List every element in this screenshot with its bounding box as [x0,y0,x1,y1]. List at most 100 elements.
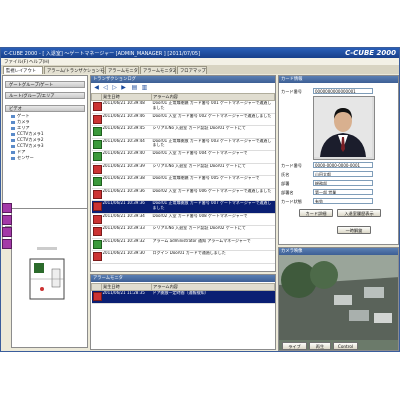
alarm-icon [92,292,102,301]
log-time: 2011/06/21 10:39:32 [101,238,152,251]
tab-alarm-monitor-2[interactable]: アラームモニタ2 [140,66,176,74]
next-icon[interactable]: ▷ [111,85,118,91]
log-row[interactable]: 2011/06/21 10:39:32 アラーム administrator 通知… [91,238,275,251]
alarm-icon [92,189,102,199]
device-icon [11,114,15,118]
person-photo [314,97,372,157]
field-value[interactable]: 0000-0000-0000-0001 [313,162,373,168]
column-header[interactable]: 発生日時 [101,283,152,291]
normal-icon [92,177,102,186]
control-button[interactable]: Control [333,342,358,350]
group-route[interactable]: ルート/グループ/エリア [5,92,85,99]
device-icon [11,120,15,124]
field-value[interactable]: 有効 [313,198,373,204]
print-icon[interactable]: ▤ [131,85,138,91]
panel-header: カード情報 [279,76,398,83]
live-button[interactable]: ライブ [282,342,307,350]
log-row[interactable]: 2011/06/21 10:39:39 シリアルNo 入退室 カード認証 Door… [91,163,275,176]
log-row[interactable]: 2011/06/21 10:39:34 Door02 入室 カード番号 008 ゲ… [91,213,275,226]
field-value[interactable]: 山田太郎 [313,171,373,177]
column-header[interactable] [91,93,102,101]
alarm-time: 2011/06/21 11:28:35 [101,290,152,304]
tree-item-label: センサー [17,155,34,160]
map-tool-button[interactable] [2,239,12,249]
history-button[interactable]: 入退室履歴表示 [337,209,381,217]
log-text: Door02 入室 カード番号 006 ゲートマネージャーで通過しました [151,188,275,201]
log-time: 2011/06/21 10:39:30 [101,250,152,264]
field-value[interactable]: 総務部 [313,180,373,186]
log-time: 2011/06/21 10:39:45 [101,125,152,139]
tab-alarm-transaction[interactable]: アラーム/トランザクションモニタ [44,66,113,74]
log-text: シリアルNo 入退室 カード認証 Door01 ゲートにて [151,125,275,139]
column-header[interactable]: 発生日時 [101,93,152,101]
log-row[interactable]: 2011/06/21 10:39:30 ログイン Door01 カードで通過しまし… [91,250,275,264]
log-row[interactable]: 2011/06/21 10:39:44 Door01 正常扉開放 カード番号 00… [91,138,275,151]
temporary-unlock-button[interactable]: 一時解錠 [337,226,371,234]
floor-map-panel [11,208,88,348]
log-row[interactable]: 2011/06/21 10:39:45 シリアルNo 入退室 カード認証 Door… [91,125,275,139]
column-header[interactable]: アラーム内容 [151,93,275,101]
sensor-icon [11,156,15,160]
normal-icon [92,127,102,136]
log-time: 2011/06/21 10:39:36 [101,188,152,201]
log-row[interactable]: 2011/06/21 10:39:40 Door01 入室 カード番号 004 ゲ… [91,150,275,164]
card-detail-button[interactable]: カード詳細 [299,209,333,217]
map-tool-button[interactable] [2,227,12,237]
camera-icon [11,144,15,148]
log-text: Door01 正常扉閉鎖 カード番号 005 ゲートマネージャーで [151,175,275,189]
export-icon[interactable]: ▥ [141,85,148,91]
log-text: Door01 入室 カード番号 004 ゲートマネージャーで [151,150,275,164]
camera-panel: カメラ映像 ライブ 再生 Control [278,247,399,351]
log-row[interactable]: 2011/06/21 10:39:36 Door02 入室 カード番号 006 ゲ… [91,188,275,201]
log-time: 2011/06/21 10:39:38 [101,175,152,189]
first-icon[interactable]: ◀ [93,85,100,91]
map-tool-button[interactable] [2,203,12,213]
alarm-row[interactable]: 2011/06/21 11:28:35 ドア開放一定時間（通報検知） [91,290,275,304]
tab-alarm-monitor[interactable]: アラームモニタ [105,66,139,74]
tab-strip: 監視レイアウト アラーム/トランザクションモニタ アラームモニタ アラームモニタ… [1,65,399,74]
log-time: 2011/06/21 10:39:34 [101,213,152,226]
tree-item-label: ゲート [17,113,30,118]
log-text: ログイン Door01 カードで通過しました [151,250,275,264]
alarm-icon [92,114,102,124]
playback-button[interactable]: 再生 [309,342,331,350]
log-time: 2011/06/21 10:39:33 [101,225,152,239]
log-row[interactable]: 2011/06/21 10:39:36 Door01 正常扉開放 カード番号 00… [91,200,275,214]
tab-floor-map[interactable]: フロアマップ [177,66,207,74]
log-row[interactable]: 2011/06/21 10:39:38 Door01 正常扉閉鎖 カード番号 00… [91,175,275,189]
map-tool-button[interactable] [2,215,12,225]
last-icon[interactable]: ▶ [120,85,127,91]
log-text: Door01 入室 カード番号 002 ゲートマネージャーで通過しました [151,113,275,126]
group-video[interactable]: ビデオ [5,105,85,112]
field-label: 氏名 [281,172,290,177]
field-value[interactable]: 第一部 営業 [313,189,373,195]
prev-icon[interactable]: ◁ [102,85,109,91]
log-row[interactable]: 2011/06/21 10:39:46 Door01 入室 カード番号 002 ゲ… [91,113,275,126]
alarm-icon [92,227,102,236]
camera-feed[interactable] [279,255,399,340]
group-gate[interactable]: ゲートグループ/ゲート [5,81,85,88]
tree-item-sensor[interactable]: センサー [11,155,34,161]
log-time: 2011/06/21 10:39:48 [101,100,152,114]
normal-icon [92,239,102,249]
tab-monitor-layout[interactable]: 監視レイアウト [3,66,43,74]
normal-icon [92,139,102,149]
column-header[interactable]: アラーム内容 [151,283,275,291]
log-text: Door01 正常扉開放 カード番号 007 ゲートマネージャーで通過しました [151,200,275,214]
log-text: Door02 入室 カード番号 008 ゲートマネージャーで [151,213,275,226]
door-icon [11,150,15,154]
log-row[interactable]: 2011/06/21 10:39:48 Door01 正常扉閉鎖 カード番号 00… [91,100,275,114]
log-row[interactable]: 2011/06/21 10:39:33 シリアルNo 入退室 カード認証 Door… [91,225,275,239]
normal-icon [92,152,102,161]
field-label: 部署 [281,181,290,186]
tree-item-label: CCTVカメラ1 [17,131,44,136]
column-header[interactable] [91,283,102,291]
log-text: アラーム administrator 通知 アラームマネージャーで [151,238,275,251]
device-icon [11,126,15,130]
floor-map[interactable] [12,209,88,348]
alarm-icon [92,202,102,211]
card-number-field[interactable]: 0000000000000001 [313,88,373,94]
alarm-icon [92,164,102,174]
card-number-label: カード番号 [281,89,302,94]
title-bar: C-CUBE 2000 - [ 入退室] ～ゲートマネージャー [ADMIN_M… [1,48,399,58]
